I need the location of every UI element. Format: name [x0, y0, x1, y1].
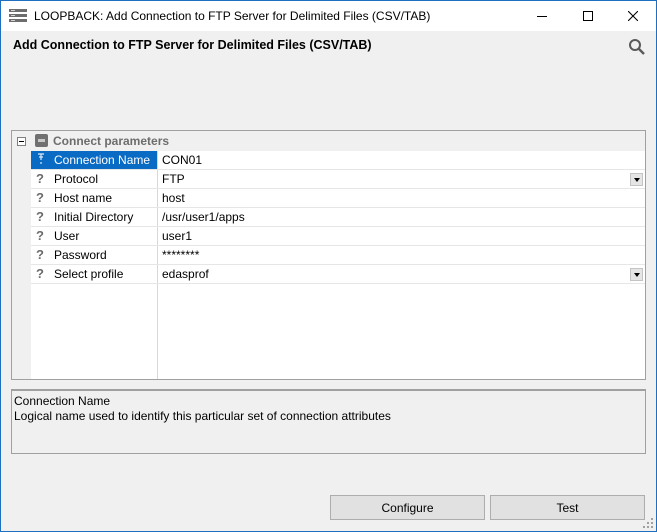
server-icon [35, 134, 48, 147]
maximize-button[interactable] [565, 1, 611, 31]
property-row-user[interactable]: ? User user1 [31, 227, 645, 246]
property-name-cell[interactable]: ? Host name [31, 189, 157, 207]
dialog-window: LOOPBACK: Add Connection to FTP Server f… [0, 0, 657, 532]
minimize-button[interactable] [519, 1, 565, 31]
description-pane: Connection Name Logical name used to ide… [11, 389, 646, 454]
description-text: Logical name used to identify this parti… [14, 409, 391, 423]
property-row-host-name[interactable]: ? Host name host [31, 189, 645, 208]
property-value[interactable]: CON01 [162, 153, 202, 167]
property-name: Protocol [54, 172, 99, 186]
property-name-cell[interactable]: ? Protocol [31, 170, 157, 188]
property-name: Host name [54, 191, 113, 205]
test-button[interactable]: Test [490, 495, 645, 520]
help-icon: ? [36, 266, 44, 281]
property-name: Password [54, 248, 107, 262]
property-value[interactable]: ******** [162, 248, 199, 262]
property-name-cell[interactable]: ? User [31, 227, 157, 245]
property-value[interactable]: host [162, 191, 185, 205]
property-name-cell[interactable]: ? Select profile [31, 265, 157, 283]
property-name: Initial Directory [54, 210, 134, 224]
help-icon: ? [36, 171, 44, 186]
property-row-password[interactable]: ? Password ******** [31, 246, 645, 265]
close-icon [628, 11, 638, 21]
property-name: Connection Name [54, 153, 151, 167]
property-value[interactable]: /usr/user1/apps [162, 210, 245, 224]
property-grid[interactable]: Connect parameters Connection Name CON01… [11, 130, 646, 380]
property-name: User [54, 229, 80, 243]
window-title: LOOPBACK: Add Connection to FTP Server f… [34, 9, 431, 23]
property-value[interactable]: edasprof [162, 267, 209, 281]
help-icon: ? [36, 228, 44, 243]
property-name-cell[interactable]: ? Initial Directory [31, 208, 157, 226]
property-row-protocol[interactable]: ? Protocol FTP [31, 170, 645, 189]
dialog-heading: Add Connection to FTP Server for Delimit… [13, 38, 372, 52]
description-title: Connection Name [14, 394, 111, 408]
collapse-icon[interactable] [17, 137, 26, 146]
property-row-select-profile[interactable]: ? Select profile edasprof [31, 265, 645, 284]
category-connect-parameters[interactable]: Connect parameters [12, 131, 645, 151]
close-button[interactable] [610, 1, 656, 31]
search-icon[interactable] [628, 38, 646, 56]
help-icon: ? [36, 247, 44, 262]
property-name: Select profile [54, 267, 124, 281]
protocol-dropdown-button[interactable] [630, 173, 643, 186]
maximize-icon [583, 11, 593, 21]
property-value[interactable]: FTP [162, 172, 185, 186]
property-name-cell[interactable]: Connection Name [31, 151, 157, 169]
category-label: Connect parameters [53, 134, 170, 148]
title-bar[interactable]: LOOPBACK: Add Connection to FTP Server f… [1, 1, 656, 31]
app-icon [9, 8, 27, 24]
property-row-initial-directory[interactable]: ? Initial Directory /usr/user1/apps [31, 208, 645, 227]
profile-dropdown-button[interactable] [630, 268, 643, 281]
configure-button[interactable]: Configure [330, 495, 485, 520]
grid-gutter [12, 131, 31, 379]
property-name-cell[interactable]: ? Password [31, 246, 157, 264]
help-icon: ? [36, 190, 44, 205]
property-value[interactable]: user1 [162, 229, 192, 243]
help-icon: ? [36, 209, 44, 224]
property-row-connection-name[interactable]: Connection Name CON01 [31, 151, 645, 170]
resize-grip-icon[interactable] [642, 517, 654, 529]
minimize-icon [537, 16, 547, 17]
help-icon [36, 152, 46, 169]
